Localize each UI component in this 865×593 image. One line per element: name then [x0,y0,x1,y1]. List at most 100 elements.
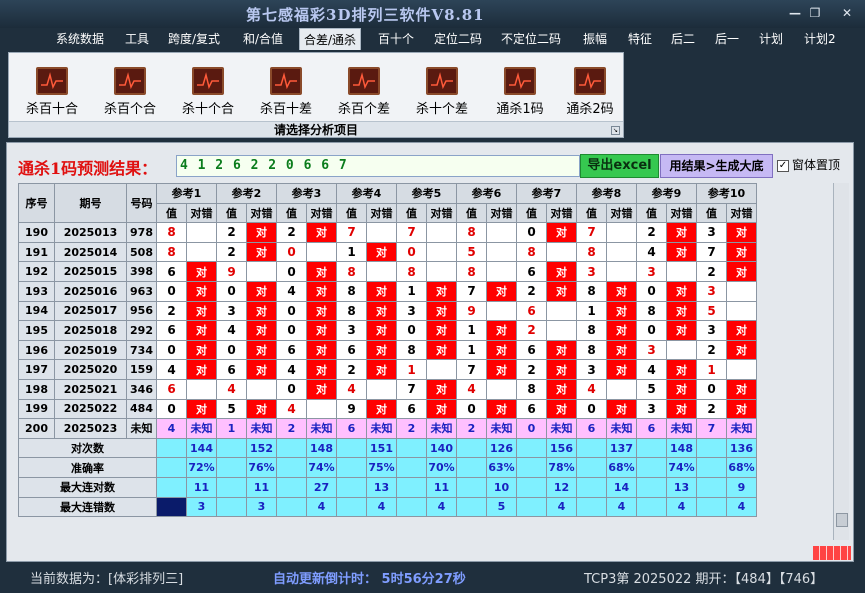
stats-spacer [336,496,367,518]
scrollbar-thumb[interactable] [836,513,848,527]
ribbon-button-6[interactable]: 通杀1码 [483,67,557,119]
stats-value: 14 [606,476,637,498]
ribbon-button-5[interactable]: 杀十个差 [405,67,479,119]
cell-result: 对 [666,359,697,380]
menu-item-1[interactable]: 工具 [121,28,153,50]
ribbon-button-label: 杀十个差 [415,102,468,117]
close-button[interactable]: ✕ [838,5,856,21]
app-title: 第七感福彩3D排列三软件V8.81 [246,6,485,24]
menu-item-9[interactable]: 特征 [624,28,656,50]
ribbon-caption: 请选择分析项目 [9,121,623,137]
menu-item-0[interactable]: 系统数据 [52,28,108,50]
menu-item-8[interactable]: 振幅 [579,28,611,50]
cell-value: 2 [216,241,247,263]
prediction-unknown: 未知 [666,418,697,439]
generate-button[interactable]: 用结果>生成大底 [660,154,773,178]
row-period: 2025018 [54,320,127,341]
cell-value: 0 [396,241,427,263]
chart-icon [504,67,536,95]
prediction-value: 1 [216,418,247,439]
header-result: 对错 [366,202,397,224]
ribbon-button-4[interactable]: 杀百个差 [327,67,401,119]
ribbon-button-2[interactable]: 杀十个合 [171,67,245,119]
stats-value: 78% [546,457,577,478]
vertical-scrollbar[interactable] [833,183,849,540]
menu-item-3[interactable]: 和/合值 [239,28,287,50]
cell-result [426,359,457,380]
stats-value: 63% [486,457,517,478]
cell-value: 1 [396,359,427,380]
cell-value: 1 [456,339,487,361]
chart-icon [426,67,458,95]
cell-value: 8 [156,222,187,243]
cell-value: 4 [576,378,607,400]
cell-result: 对 [426,398,457,420]
cell-result: 对 [306,359,337,380]
cell-result [186,378,217,400]
stats-row: 准确率 72% 76% 74% 75% 70% 63% 78% 68% 74% 68% [18,457,757,478]
cell-value: 3 [696,222,727,243]
cell-result: 对 [246,320,277,341]
cell-result: 对 [486,280,517,302]
stats-spacer [516,457,547,478]
cell-value: 0 [696,378,727,400]
stats-value: 4 [306,496,337,518]
menu-item-4[interactable]: 合差/通杀 [299,28,362,50]
row-period: 2025017 [54,300,127,322]
cell-result: 对 [306,339,337,361]
ribbon-button-3[interactable]: 杀百十差 [249,67,323,119]
table-row: 192 2025015 398 6 对 9 0 对 8 8 8 6 对 3 3 2 对 [18,261,757,282]
cell-value: 6 [216,359,247,380]
cell-value: 0 [276,378,307,400]
ontop-checkbox[interactable]: ✓ 窗体置顶 [777,156,840,173]
menu-item-2[interactable]: 跨度/复式 [164,28,224,50]
header-value: 值 [156,202,187,224]
minimize-button[interactable]: — [786,5,804,21]
cell-result: 对 [726,222,757,243]
stats-value: 3 [246,496,277,518]
restore-button[interactable]: ❐ [806,5,824,21]
menu-item-12[interactable]: 计划 [755,28,787,50]
stats-spacer [576,457,607,478]
stats-value: 5 [486,496,517,518]
cell-result: 对 [186,261,217,282]
menu-item-6[interactable]: 定位二码 [430,28,486,50]
stats-spacer [396,496,427,518]
ribbon-button-1[interactable]: 杀百个合 [93,67,167,119]
cell-value: 5 [456,241,487,263]
menu-item-5[interactable]: 百十个 [374,28,418,50]
cell-value: 0 [636,320,667,341]
progress-strip [813,546,851,560]
export-excel-button[interactable]: 导出excel [580,154,659,178]
menu-item-7[interactable]: 不定位二码 [497,28,565,50]
cell-value: 4 [156,359,187,380]
ribbon-button-0[interactable]: 杀百十合 [15,67,89,119]
cell-value: 7 [456,359,487,380]
cell-value: 1 [696,359,727,380]
ribbon-button-7[interactable]: 通杀2码 [553,67,627,119]
menu-item-13[interactable]: 计划2 [800,28,840,50]
menu-item-11[interactable]: 后一 [711,28,743,50]
cell-value: 0 [156,280,187,302]
prediction-unknown: 未知 [366,418,397,439]
result-field[interactable]: 4 1 2 6 2 2 0 6 6 7 [176,155,580,177]
status-bar: 当前数据为：[体彩排列三] 自动更新倒计时： 5时56分27秒 TCP3第 20… [0,562,865,593]
cell-result: 对 [306,320,337,341]
stats-value: 72% [186,457,217,478]
cell-result: 对 [546,261,577,282]
header-ref-5: 参考5 [396,183,457,204]
stats-value: 11 [246,476,277,498]
stats-spacer [216,496,247,518]
header-value: 值 [516,202,547,224]
cell-value: 4 [276,398,307,420]
cell-result: 对 [606,280,637,302]
stats-value: 9 [726,476,757,498]
prediction-value: 6 [336,418,367,439]
menu-item-10[interactable]: 后二 [667,28,699,50]
ribbon-launcher-icon[interactable]: ↘ [611,126,620,135]
cell-value: 2 [336,359,367,380]
cell-value: 2 [516,359,547,380]
title-bar: 第七感福彩3D排列三软件V8.81 — ❐ ✕ [0,0,865,28]
header-ref-8: 参考8 [576,183,637,204]
checkbox-icon[interactable]: ✓ [777,159,789,172]
